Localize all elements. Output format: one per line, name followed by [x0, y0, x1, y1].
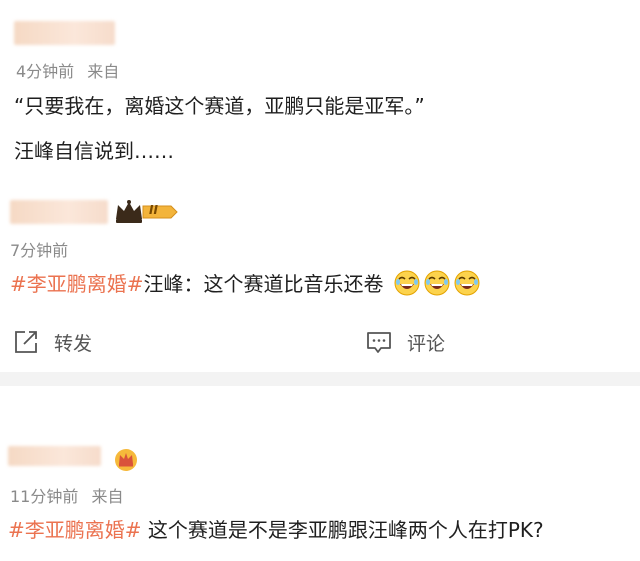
topic-link[interactable]: #李亚鹏离婚# [8, 518, 142, 542]
comment-time: 7分钟前 [10, 241, 69, 260]
comment-label: 评论 [407, 332, 446, 355]
laugh-cry-icon [424, 270, 450, 296]
comment-source: 来自 [87, 62, 120, 81]
comment-text: #李亚鹏离婚#汪峰：这个赛道比音乐还卷 [10, 268, 480, 297]
laugh-cry-icon [454, 270, 480, 296]
comment-time: 4分钟前 [16, 62, 75, 81]
username-redacted[interactable] [14, 21, 115, 45]
section-divider [0, 372, 640, 386]
comment-source: 来自 [91, 487, 124, 506]
repost-button[interactable]: 转发 [12, 328, 92, 356]
comment-time: 11分钟前 [10, 487, 79, 506]
comment-meta: 11分钟前 来自 [10, 483, 123, 507]
comment-button[interactable]: 评论 [365, 328, 445, 356]
repost-label: 转发 [54, 332, 93, 355]
comment-text-line2: 汪峰自信说到…… [14, 139, 174, 163]
comment-meta: 4分钟前 来自 [16, 58, 119, 82]
username-redacted[interactable] [10, 200, 108, 224]
comment-body: 汪峰：这个赛道比音乐还卷 [143, 272, 384, 296]
comment-body: 这个赛道是不是李亚鹏跟汪峰两个人在打PK? [141, 518, 544, 542]
comment-text: “只要我在，离婚这个赛道，亚鹏只能是亚军。” [14, 94, 425, 118]
laugh-cry-icon [394, 270, 420, 296]
vip-badge: II [113, 199, 179, 225]
crown-icon [116, 200, 178, 223]
username-redacted[interactable] [8, 446, 101, 466]
comment-icon [367, 332, 391, 353]
badge-level: II [149, 203, 158, 217]
comment-text: #李亚鹏离婚# 这个赛道是不是李亚鹏跟汪峰两个人在打PK? [8, 514, 544, 543]
crown-badge-icon [115, 449, 137, 471]
repost-icon [15, 331, 37, 353]
topic-link[interactable]: #李亚鹏离婚# [10, 272, 144, 296]
